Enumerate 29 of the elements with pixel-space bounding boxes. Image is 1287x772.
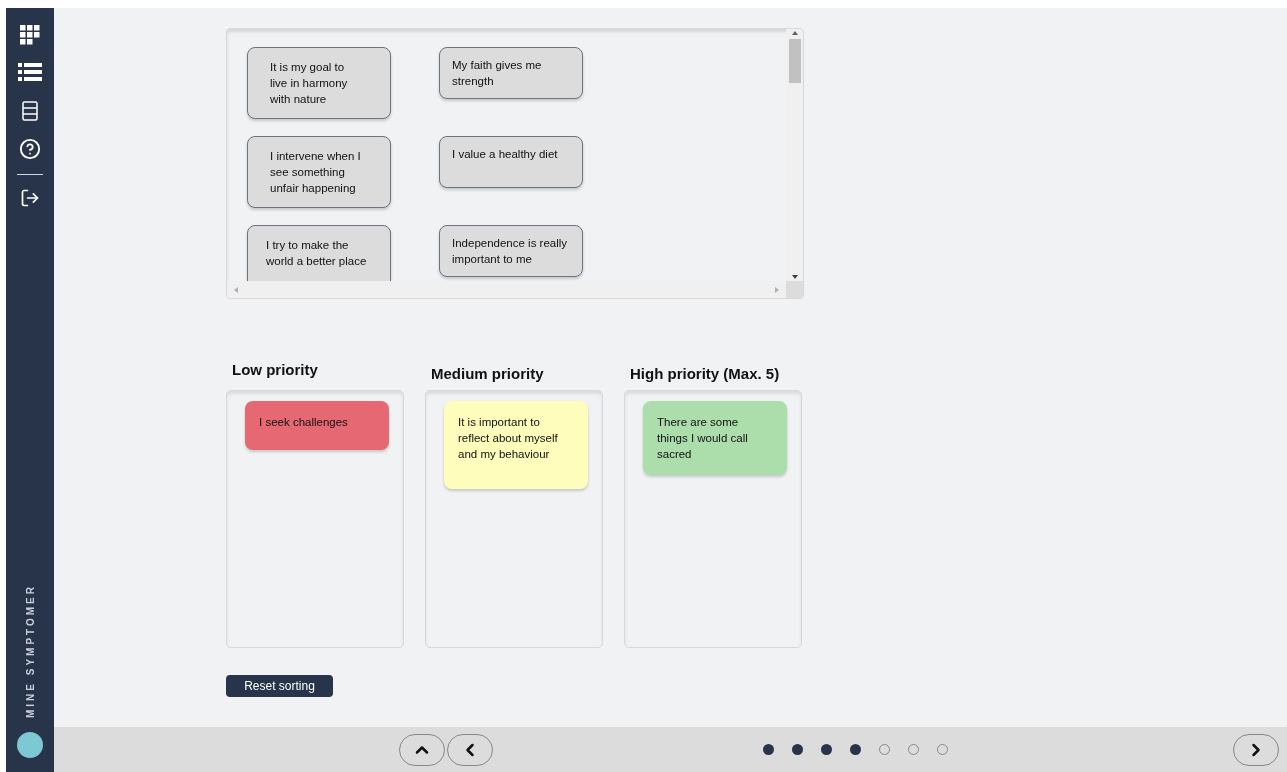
statement-card[interactable]: I try to make the world a better place [247,225,391,281]
column-title: Medium priority [431,365,545,383]
statement-card[interactable]: My faith gives me strength [439,47,583,99]
help-icon [19,138,41,160]
exit-icon [20,188,40,208]
vertical-scrollbar[interactable] [786,29,803,281]
reset-button[interactable]: Reset sorting [226,675,333,697]
statement-card[interactable]: I intervene when I see something unfair happening [247,136,391,208]
brand-label: MINE SYMPTOMER [24,583,36,718]
scrollbar-thumb[interactable] [788,39,801,83]
list-icon [18,63,42,83]
column-title: Low priority [232,361,319,379]
avatar-icon[interactable] [17,732,43,758]
column-title: High priority (Max. 5) [630,365,781,383]
cabinet-icon [22,101,38,121]
statement-card[interactable]: It is my goal to live in harmony with nature [247,47,391,119]
sidebar-button[interactable] [17,22,43,48]
statement-card[interactable]: It is important to reflect about myself and my behaviour [444,401,588,489]
step-dot[interactable] [763,744,774,755]
sidebar-button[interactable] [17,136,43,162]
scroll-up-icon[interactable] [790,29,799,37]
step-dot[interactable] [792,744,803,755]
statement-card[interactable]: Independence is really important to me [439,225,583,277]
statement-card[interactable]: There are some things I would call sacred [643,401,787,475]
grid-icon [20,25,40,45]
statement-card[interactable]: I seek challenges [245,401,389,450]
step-dot[interactable] [850,744,861,755]
step-dot[interactable] [821,744,832,755]
statement-card[interactable]: I value a healthy diet [439,136,583,188]
